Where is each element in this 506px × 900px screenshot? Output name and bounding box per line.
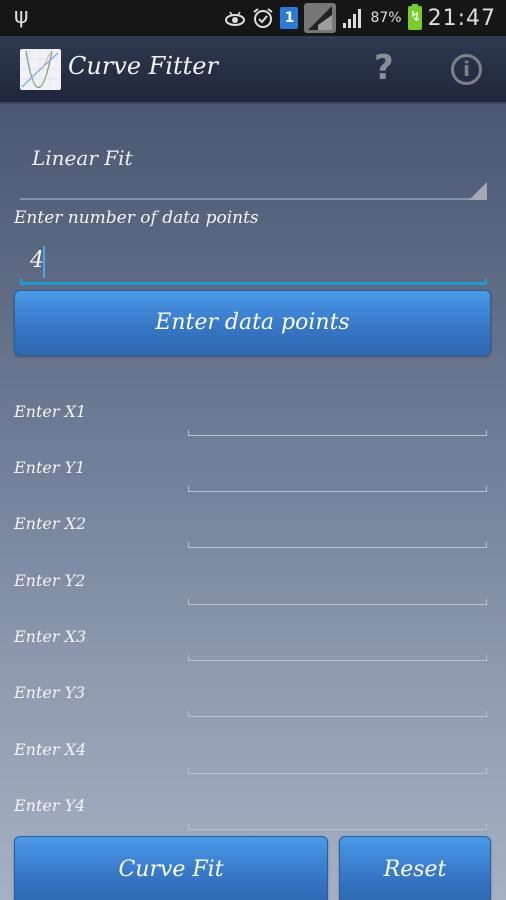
y2-label: Enter Y2 <box>14 571 86 590</box>
x4-label: Enter X4 <box>14 740 87 759</box>
app-logo-icon[interactable] <box>20 49 61 90</box>
reset-button[interactable]: Reset <box>339 836 491 900</box>
input-underline <box>188 711 487 717</box>
text-cursor <box>43 246 45 278</box>
fit-type-selected: Linear Fit <box>32 146 133 170</box>
fit-type-dropdown[interactable]: Linear Fit <box>20 130 487 200</box>
app-title: Curve Fitter <box>68 52 218 80</box>
curve-fit-button[interactable]: Curve Fit <box>14 836 328 900</box>
y4-input[interactable] <box>188 800 487 830</box>
y1-input[interactable] <box>188 462 487 492</box>
input-underline <box>188 486 487 492</box>
info-icon[interactable]: i <box>451 54 482 85</box>
input-underline <box>188 768 487 774</box>
input-underline <box>188 824 487 830</box>
battery-charging-icon: ↯ <box>407 4 422 30</box>
x2-input[interactable] <box>188 518 487 548</box>
dropdown-arrow-icon <box>469 182 487 200</box>
help-icon[interactable]: ? <box>374 48 394 88</box>
usb-icon: ψ <box>14 4 29 29</box>
input-underline <box>188 599 487 605</box>
signal-bars-icon <box>342 7 364 29</box>
alarm-icon <box>253 8 274 28</box>
num-points-value: 4 <box>30 248 44 273</box>
eye-icon <box>225 11 246 26</box>
y3-label: Enter Y3 <box>14 683 86 702</box>
x3-input[interactable] <box>188 631 487 661</box>
input-underline <box>188 430 487 436</box>
y4-label: Enter Y4 <box>14 796 86 815</box>
x3-label: Enter X3 <box>14 627 87 646</box>
battery-percent: 87% <box>370 10 402 26</box>
input-underline <box>188 542 487 548</box>
x1-input[interactable] <box>188 406 487 436</box>
x4-input[interactable] <box>188 744 487 774</box>
status-bar: ψ 1 87% ↯ 21:47 <box>0 0 506 36</box>
sim-1-icon: 1 <box>280 7 299 29</box>
x1-label: Enter X1 <box>14 402 87 421</box>
num-points-label: Enter number of data points <box>14 208 259 228</box>
input-underline <box>188 655 487 661</box>
y1-label: Enter Y1 <box>14 458 86 477</box>
action-bar: Curve Fitter ? i <box>0 36 506 104</box>
y2-input[interactable] <box>188 575 487 605</box>
enter-data-points-button[interactable]: Enter data points <box>14 290 491 356</box>
num-points-input[interactable]: 4 <box>20 240 487 285</box>
clock: 21:47 <box>427 5 496 31</box>
status-icons: 1 87% ↯ 21:47 <box>224 3 496 33</box>
dropdown-underline <box>20 198 487 200</box>
x2-label: Enter X2 <box>14 514 87 533</box>
y3-input[interactable] <box>188 687 487 717</box>
signal-icon <box>304 3 337 33</box>
input-underline-focused <box>20 278 487 285</box>
